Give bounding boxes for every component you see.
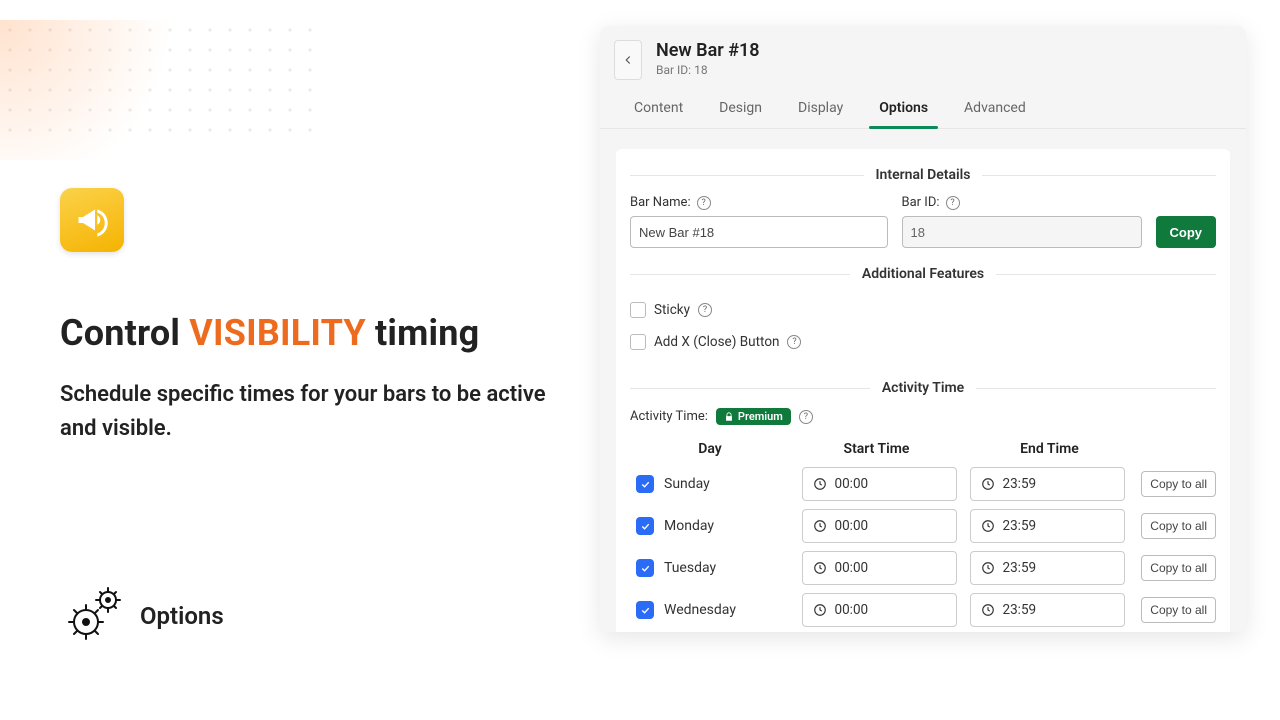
- day-cell: Wednesday: [630, 601, 790, 619]
- end-time-input[interactable]: 23:59: [970, 509, 1125, 543]
- day-name: Monday: [664, 518, 714, 534]
- schedule-row: Sunday 00:00 23:59 Copy to all: [630, 463, 1216, 505]
- tab-content[interactable]: Content: [618, 90, 699, 128]
- day-checkbox[interactable]: [636, 475, 654, 493]
- bar-name-field: Bar Name: ?: [630, 195, 888, 248]
- tab-design[interactable]: Design: [703, 90, 778, 128]
- marketing-column: Control VISIBILITY timing Schedule speci…: [60, 0, 580, 720]
- clock-icon: [981, 561, 995, 575]
- section-activity-time: Activity Time: [630, 380, 1216, 396]
- start-time-input[interactable]: 00:00: [802, 593, 957, 627]
- copy-to-all-button[interactable]: Copy to all: [1141, 513, 1216, 539]
- close-button-label: Add X (Close) Button: [654, 334, 779, 350]
- activity-time-label-row: Activity Time: Premium ?: [630, 408, 1216, 425]
- schedule-row: Tuesday 00:00 23:59 Copy to all: [630, 547, 1216, 589]
- day-cell: Tuesday: [630, 559, 790, 577]
- app-icon: [60, 188, 124, 252]
- headline-accent: VISIBILITY: [189, 312, 366, 354]
- day-checkbox[interactable]: [636, 517, 654, 535]
- panel-header: New Bar #18 Bar ID: 18: [600, 26, 1246, 84]
- options-footer: Options: [60, 582, 224, 650]
- options-label: Options: [140, 602, 224, 630]
- bar-name-label: Bar Name: ?: [630, 195, 888, 210]
- section-internal-details: Internal Details: [630, 167, 1216, 183]
- clock-icon: [813, 519, 827, 533]
- clock-icon: [813, 477, 827, 491]
- tabs: Content Design Display Options Advanced: [600, 84, 1246, 129]
- clock-icon: [981, 603, 995, 617]
- schedule-row: Monday 00:00 23:59 Copy to all: [630, 505, 1216, 547]
- help-icon[interactable]: ?: [698, 303, 712, 317]
- day-name: Sunday: [664, 476, 710, 492]
- clock-icon: [981, 477, 995, 491]
- headline-pre: Control: [60, 312, 189, 354]
- day-name: Wednesday: [664, 602, 736, 618]
- day-cell: Monday: [630, 517, 790, 535]
- clock-icon: [813, 603, 827, 617]
- headline-post: timing: [366, 312, 480, 354]
- day-checkbox[interactable]: [636, 601, 654, 619]
- start-time-input[interactable]: 00:00: [802, 509, 957, 543]
- headline: Control VISIBILITY timing: [60, 312, 580, 354]
- copy-to-all-button[interactable]: Copy to all: [1141, 471, 1216, 497]
- day-name: Tuesday: [664, 560, 716, 576]
- arrow-left-icon: [621, 53, 635, 67]
- help-icon[interactable]: ?: [787, 335, 801, 349]
- activity-time-label: Activity Time:: [630, 409, 708, 424]
- help-icon[interactable]: ?: [697, 196, 711, 210]
- schedule-body: Sunday 00:00 23:59 Copy to all Monday 00:00 23…: [630, 463, 1216, 632]
- lock-icon: [724, 412, 734, 422]
- help-icon[interactable]: ?: [799, 410, 813, 424]
- col-day: Day: [630, 441, 790, 457]
- close-button-checkbox[interactable]: [630, 334, 646, 350]
- copy-to-all-button[interactable]: Copy to all: [1141, 597, 1216, 623]
- sticky-label: Sticky: [654, 302, 690, 318]
- sticky-row: Sticky ?: [630, 294, 1216, 326]
- copy-button[interactable]: Copy: [1156, 216, 1217, 248]
- day-cell: Sunday: [630, 475, 790, 493]
- gears-icon: [60, 582, 124, 650]
- clock-icon: [981, 519, 995, 533]
- sticky-checkbox[interactable]: [630, 302, 646, 318]
- premium-badge[interactable]: Premium: [716, 408, 791, 425]
- settings-panel: New Bar #18 Bar ID: 18 Content Design Di…: [600, 26, 1246, 632]
- close-button-row: Add X (Close) Button ?: [630, 326, 1216, 358]
- start-time-input[interactable]: 00:00: [802, 551, 957, 585]
- bar-id-label: Bar ID: ?: [902, 195, 1142, 210]
- start-time-input[interactable]: 00:00: [802, 467, 957, 501]
- tab-advanced[interactable]: Advanced: [948, 90, 1042, 128]
- title-block: New Bar #18 Bar ID: 18: [656, 40, 760, 77]
- page-title: New Bar #18: [656, 40, 760, 61]
- end-time-input[interactable]: 23:59: [970, 551, 1125, 585]
- internal-details-row: Bar Name: ? Bar ID: ? Copy: [630, 195, 1216, 248]
- bar-id-field: Bar ID: ?: [902, 195, 1142, 248]
- schedule-row: Thursday00:0023:59Copy to all: [630, 631, 1216, 632]
- help-icon[interactable]: ?: [946, 196, 960, 210]
- bar-id-input[interactable]: [902, 216, 1142, 248]
- col-end: End Time: [963, 441, 1136, 457]
- copy-to-all-button[interactable]: Copy to all: [1141, 555, 1216, 581]
- megaphone-icon: [74, 202, 110, 238]
- schedule-row: Wednesday 00:00 23:59 Copy to all: [630, 589, 1216, 631]
- bar-name-input[interactable]: [630, 216, 888, 248]
- end-time-input[interactable]: 23:59: [970, 467, 1125, 501]
- section-additional-features: Additional Features: [630, 266, 1216, 282]
- end-time-input[interactable]: 23:59: [970, 593, 1125, 627]
- col-start: Start Time: [790, 441, 963, 457]
- tab-display[interactable]: Display: [782, 90, 859, 128]
- back-button[interactable]: [614, 40, 642, 80]
- card-body: Internal Details Bar Name: ? Bar ID: ? C…: [616, 149, 1230, 632]
- clock-icon: [813, 561, 827, 575]
- tab-options[interactable]: Options: [863, 90, 944, 128]
- schedule-header: Day Start Time End Time: [630, 435, 1216, 463]
- page-subtitle: Bar ID: 18: [656, 63, 760, 77]
- subheadline: Schedule specific times for your bars to…: [60, 378, 580, 446]
- day-checkbox[interactable]: [636, 559, 654, 577]
